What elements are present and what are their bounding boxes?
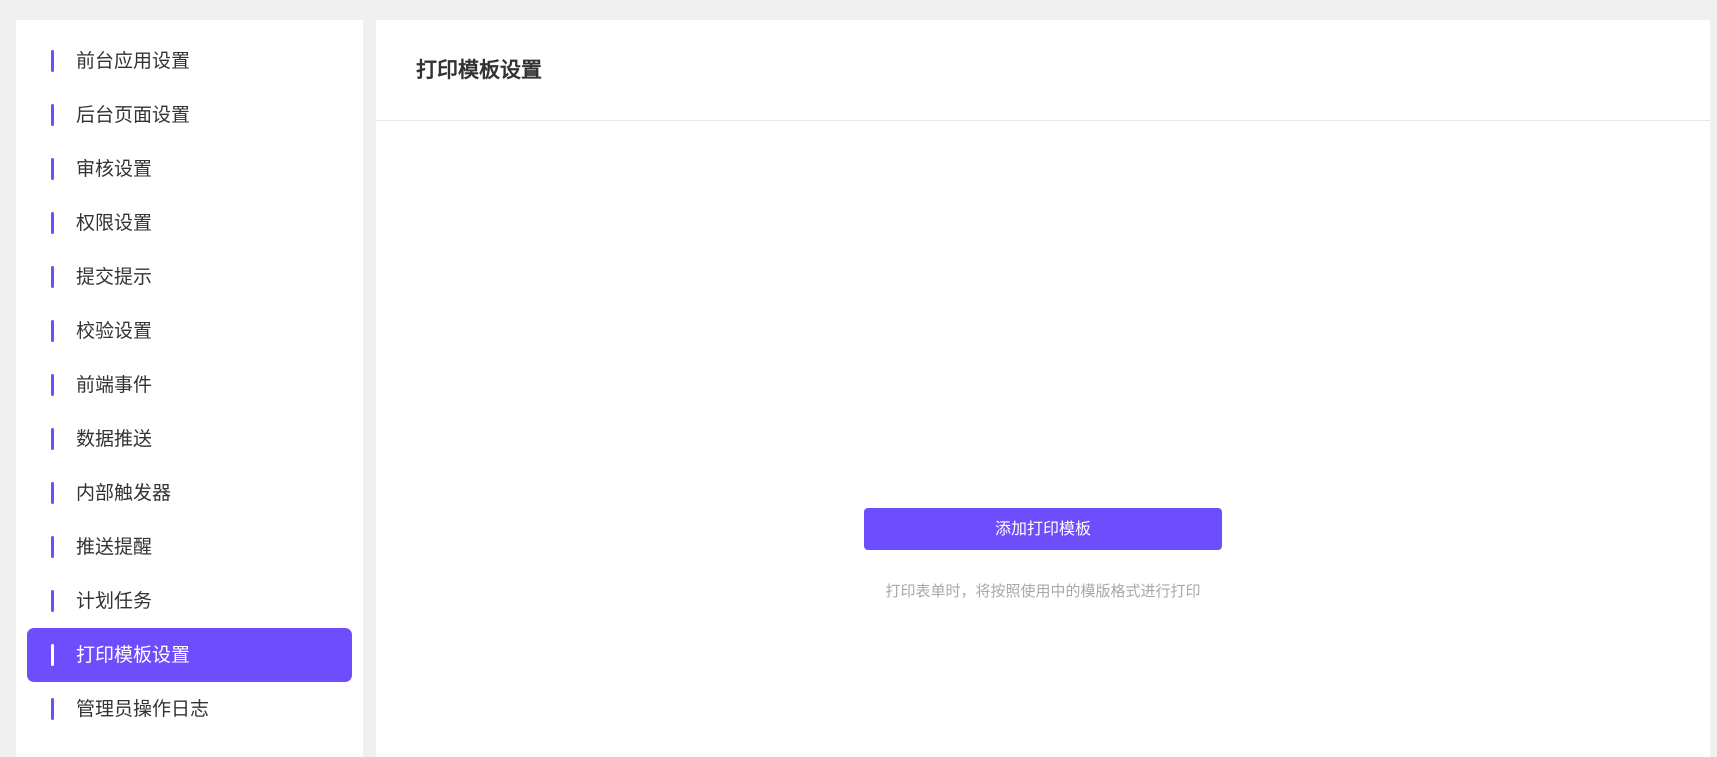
sidebar-item-permission-settings[interactable]: 权限设置 <box>27 196 352 250</box>
sidebar-item-print-template-settings[interactable]: 打印模板设置 <box>27 628 352 682</box>
sidebar-item-frontend-events[interactable]: 前端事件 <box>27 358 352 412</box>
add-print-template-button[interactable]: 添加打印模板 <box>864 508 1222 550</box>
sidebar-item-label: 数据推送 <box>76 428 153 450</box>
item-marker-bar <box>51 50 54 72</box>
sidebar-item-label: 推送提醒 <box>76 536 153 558</box>
sidebar-item-submit-prompt[interactable]: 提交提示 <box>27 250 352 304</box>
settings-nav-list: 前台应用设置 后台页面设置 审核设置 权限设置 提交提示 校验设置 前端事件 数… <box>27 34 352 736</box>
item-marker-bar <box>51 428 54 450</box>
item-marker-bar <box>51 644 54 666</box>
sidebar-item-label: 前端事件 <box>76 374 153 396</box>
sidebar-item-admin-operation-log[interactable]: 管理员操作日志 <box>27 682 352 736</box>
sidebar-item-label: 前台应用设置 <box>76 50 191 72</box>
sidebar-item-label: 后台页面设置 <box>76 104 191 126</box>
main-panel: 打印模板设置 添加打印模板 打印表单时，将按照使用中的模版格式进行打印 <box>376 20 1710 757</box>
item-marker-bar <box>51 266 54 288</box>
sidebar-item-scheduled-tasks[interactable]: 计划任务 <box>27 574 352 628</box>
empty-state-hint: 打印表单时，将按照使用中的模版格式进行打印 <box>885 582 1201 600</box>
sidebar-item-label: 内部触发器 <box>76 482 172 504</box>
sidebar-item-backend-page-settings[interactable]: 后台页面设置 <box>27 88 352 142</box>
settings-sidebar: 前台应用设置 后台页面设置 审核设置 权限设置 提交提示 校验设置 前端事件 数… <box>16 20 363 757</box>
sidebar-item-label: 打印模板设置 <box>76 644 191 666</box>
item-marker-bar <box>51 212 54 234</box>
sidebar-item-validation-settings[interactable]: 校验设置 <box>27 304 352 358</box>
item-marker-bar <box>51 590 54 612</box>
item-marker-bar <box>51 698 54 720</box>
sidebar-item-push-reminders[interactable]: 推送提醒 <box>27 520 352 574</box>
sidebar-item-review-settings[interactable]: 审核设置 <box>27 142 352 196</box>
item-marker-bar <box>51 482 54 504</box>
item-marker-bar <box>51 374 54 396</box>
panel-header: 打印模板设置 <box>376 20 1710 121</box>
sidebar-item-label: 校验设置 <box>76 320 153 342</box>
sidebar-item-label: 计划任务 <box>76 590 153 612</box>
sidebar-item-label: 权限设置 <box>76 212 153 234</box>
item-marker-bar <box>51 536 54 558</box>
item-marker-bar <box>51 158 54 180</box>
item-marker-bar <box>51 320 54 342</box>
sidebar-item-label: 提交提示 <box>76 266 153 288</box>
sidebar-item-data-push[interactable]: 数据推送 <box>27 412 352 466</box>
sidebar-item-label: 审核设置 <box>76 158 153 180</box>
sidebar-item-internal-triggers[interactable]: 内部触发器 <box>27 466 352 520</box>
sidebar-item-frontend-app-settings[interactable]: 前台应用设置 <box>27 34 352 88</box>
item-marker-bar <box>51 104 54 126</box>
page-title: 打印模板设置 <box>416 58 542 82</box>
sidebar-item-label: 管理员操作日志 <box>76 698 210 720</box>
